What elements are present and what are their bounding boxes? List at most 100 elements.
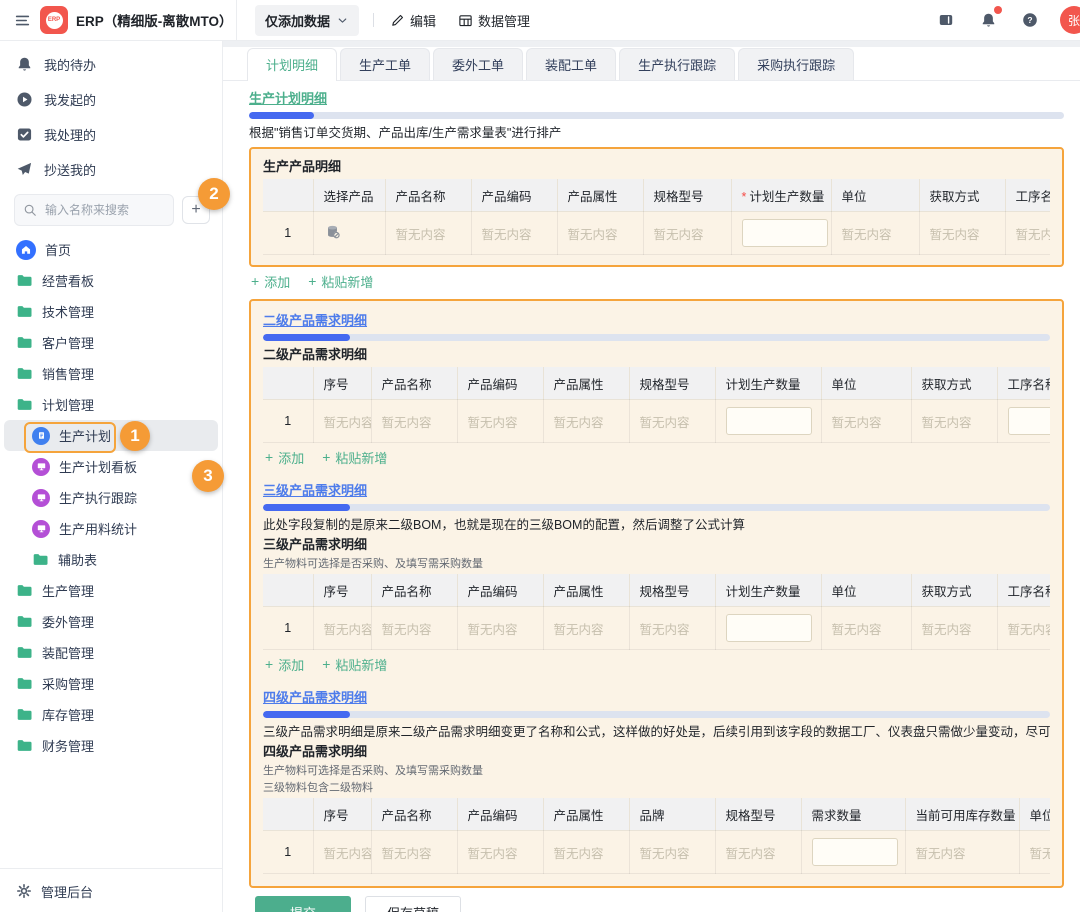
sidebar-item-label: 库存管理: [42, 705, 94, 724]
sidebar-item-经营看板[interactable]: 经营看板: [0, 265, 222, 296]
column-header: 产品名称: [385, 179, 471, 212]
sidebar-item-label: 生产执行跟踪: [59, 488, 137, 507]
help-icon[interactable]: ?: [1018, 8, 1042, 32]
placeholder-cell: 暂无内容: [821, 400, 911, 443]
column-header: 产品编码: [471, 179, 557, 212]
folder-icon: [16, 272, 33, 289]
column-header: 序号: [313, 798, 371, 831]
tab-生产执行跟踪[interactable]: 生产执行跟踪: [619, 48, 735, 80]
sidebar-item-label: 生产管理: [42, 581, 94, 600]
number-input[interactable]: [726, 407, 812, 435]
number-input[interactable]: [726, 614, 812, 642]
column-header: 单位: [821, 574, 911, 607]
column-header: 产品属性: [543, 367, 629, 400]
tab-装配工单[interactable]: 装配工单: [526, 48, 616, 80]
number-input[interactable]: [742, 219, 828, 247]
sidebar-item-财务管理[interactable]: 财务管理: [0, 730, 222, 761]
menu-toggle-icon[interactable]: [10, 8, 34, 32]
sidebar-quick-item[interactable]: 抄送我的: [0, 152, 222, 187]
sidebar-item-label: 生产计划看板: [59, 457, 137, 476]
input-cell: [997, 400, 1050, 443]
sidebar-item-生产计划看板[interactable]: 生产计划看板: [0, 451, 222, 482]
sidebar-quick-item[interactable]: 我的待办: [0, 47, 222, 82]
section-link-二级产品需求明细[interactable]: 二级产品需求明细: [263, 313, 367, 328]
sidebar-panel-icon[interactable]: [934, 8, 958, 32]
table-actions: 添加 粘贴新增: [265, 447, 1050, 467]
sidebar-item-生产管理[interactable]: 生产管理: [0, 575, 222, 606]
section-link-三级产品需求明细[interactable]: 三级产品需求明细: [263, 483, 367, 498]
add-row-button[interactable]: 添加: [265, 655, 304, 674]
number-input[interactable]: [812, 838, 898, 866]
data-table: 序号产品名称产品编码产品属性品牌规格型号需求数量当前可用库存数量单位1暂无内容暂…: [263, 798, 1050, 874]
form-scroll-area: 生产计划明细 根据"销售订单交货期、产品出库/生产需求量表"进行排产 生产产品明…: [223, 81, 1080, 912]
tab-采购执行跟踪[interactable]: 采购执行跟踪: [738, 48, 854, 80]
requirement-table: 序号产品名称产品编码产品属性规格型号计划生产数量单位获取方式工序名称1暂无内容暂…: [263, 574, 1050, 650]
folder-icon: [16, 613, 33, 630]
sidebar-item-技术管理[interactable]: 技术管理: [0, 296, 222, 327]
database-select-icon[interactable]: [324, 223, 341, 240]
notifications-bell-icon[interactable]: [976, 8, 1000, 32]
section-link-plan-detail[interactable]: 生产计划明细: [249, 91, 327, 106]
annotation-box-requirement-sections: 二级产品需求明细 二级产品需求明细 序号产品名称产品编码产品属性规格型号计划生产…: [249, 299, 1064, 888]
paste-add-button[interactable]: 粘贴新增: [322, 448, 387, 467]
placeholder-cell: 暂无内容: [715, 831, 801, 874]
sidebar-item-计划管理[interactable]: 计划管理: [0, 389, 222, 420]
mode-select-label: 仅添加数据: [265, 11, 330, 30]
mode-select-button[interactable]: 仅添加数据: [255, 5, 359, 36]
sidebar-item-库存管理[interactable]: 库存管理: [0, 699, 222, 730]
select-product-cell[interactable]: [313, 212, 385, 255]
column-header: 产品名称: [371, 367, 457, 400]
section-link-四级产品需求明细[interactable]: 四级产品需求明细: [263, 690, 367, 705]
sidebar-item-委外管理[interactable]: 委外管理: [0, 606, 222, 637]
placeholder-cell: 暂无内容: [1005, 212, 1050, 255]
folder-icon: [16, 582, 33, 599]
add-row-button[interactable]: 添加: [265, 448, 304, 467]
sidebar-item-label: 委外管理: [42, 612, 94, 631]
data-manage-button[interactable]: 数据管理: [456, 7, 532, 34]
placeholder-cell: 暂无内容: [385, 212, 471, 255]
search-input[interactable]: [43, 202, 165, 218]
sidebar-item-辅助表[interactable]: 辅助表: [0, 544, 222, 575]
sidebar-item-生产计划[interactable]: 生产计划1: [4, 420, 218, 451]
sidebar-item-装配管理[interactable]: 装配管理: [0, 637, 222, 668]
tab-委外工单[interactable]: 委外工单: [433, 48, 523, 80]
save-draft-button[interactable]: 保存草稿: [365, 896, 461, 912]
number-input[interactable]: [1008, 407, 1051, 435]
placeholder-cell: 暂无内容: [371, 831, 457, 874]
app-logo-text: ERP: [46, 12, 63, 29]
sidebar-item-label: 首页: [45, 240, 71, 259]
sidebar-item-客户管理[interactable]: 客户管理: [0, 327, 222, 358]
sidebar-item-首页[interactable]: 首页: [0, 234, 222, 265]
column-header: 获取方式: [911, 367, 997, 400]
sidebar-item-label: 客户管理: [42, 333, 94, 352]
check-icon: [16, 126, 33, 143]
user-avatar[interactable]: 张: [1060, 6, 1080, 34]
paste-add-button[interactable]: 粘贴新增: [308, 272, 373, 291]
add-row-button[interactable]: 添加: [251, 272, 290, 291]
product-detail-table: 选择产品产品名称产品编码产品属性规格型号*计划生产数量单位获取方式工序名称1暂无…: [263, 179, 1050, 255]
add-app-button[interactable]: +: [182, 196, 210, 224]
admin-backend-link[interactable]: 管理后台: [0, 868, 222, 912]
submit-button[interactable]: 提交: [255, 896, 351, 912]
edit-button[interactable]: 编辑: [388, 7, 438, 34]
sidebar-quick-item[interactable]: 我处理的: [0, 117, 222, 152]
chevron-down-icon: [336, 14, 349, 27]
column-header: 产品编码: [457, 574, 543, 607]
tab-生产工单[interactable]: 生产工单: [340, 48, 430, 80]
sidebar-item-采购管理[interactable]: 采购管理: [0, 668, 222, 699]
column-header: 规格型号: [643, 179, 731, 212]
sidebar-item-生产用料统计[interactable]: 生产用料统计: [0, 513, 222, 544]
sidebar-item-销售管理[interactable]: 销售管理: [0, 358, 222, 389]
sidebar-search[interactable]: [14, 194, 174, 226]
intro-desc: 根据"销售订单交货期、产品出库/生产需求量表"进行排产: [249, 125, 1064, 141]
tab-计划明细[interactable]: 计划明细: [247, 48, 337, 81]
folder-icon: [16, 737, 33, 754]
placeholder-cell: 暂无内容: [471, 212, 557, 255]
sidebar-quick-item[interactable]: 我发起的: [0, 82, 222, 117]
paste-add-button[interactable]: 粘贴新增: [322, 655, 387, 674]
placeholder-cell: 暂无内容: [629, 831, 715, 874]
column-header: 序号: [313, 367, 371, 400]
sidebar-item-生产执行跟踪[interactable]: 生产执行跟踪: [0, 482, 222, 513]
row-index: 1: [263, 212, 313, 255]
table-note: 生产物料可选择是否采购、及填写需采购数量: [263, 557, 1050, 571]
